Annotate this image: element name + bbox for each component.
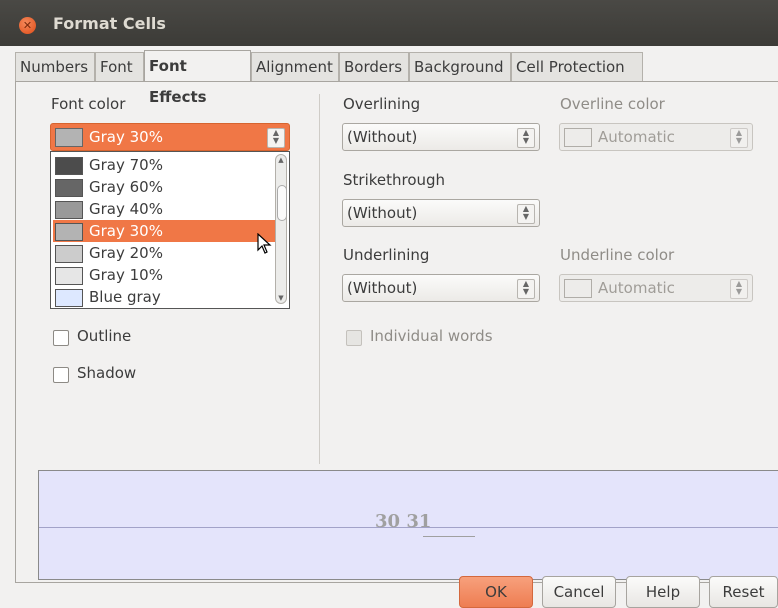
tab-cell-protection[interactable]: Cell Protection [511,52,643,81]
font-color-select[interactable]: Gray 30% ▲ ▼ [50,123,290,151]
cancel-button[interactable]: Cancel [542,576,616,608]
font-color-label: Font color [51,95,126,113]
tab-numbers[interactable]: Numbers [15,52,95,81]
preview-sample-text: 30 31 [375,511,432,532]
reset-button[interactable]: Reset [709,576,778,608]
close-icon[interactable]: ✕ [19,17,36,34]
swatch-icon [55,222,83,241]
underlining-label: Underlining [343,246,430,264]
updown-icon: ▲ ▼ [730,279,748,299]
ok-button[interactable]: OK [459,576,533,608]
preview-underline [423,536,475,537]
gray-30-swatch [55,128,83,147]
swatch-icon [55,244,83,263]
strikethrough-label: Strikethrough [343,171,446,189]
updown-icon: ▲ ▼ [517,204,535,224]
overline-color-label: Overline color [560,95,665,113]
updown-icon: ▲ ▼ [730,128,748,148]
individual-words-label: Individual words [370,327,493,345]
tab-background[interactable]: Background [409,52,511,81]
option-gray-20[interactable]: Gray 20% [53,242,275,264]
overlining-label: Overlining [343,95,421,113]
option-gray-70[interactable]: Gray 70% [53,154,275,176]
updown-icon: ▲ ▼ [517,128,535,148]
swatch-icon [55,200,83,219]
title-bar: ✕ Format Cells [0,0,778,46]
swatch-icon [55,156,83,175]
font-color-value: Gray 30% [89,128,163,146]
option-gray-10[interactable]: Gray 10% [53,264,275,286]
shadow-label: Shadow [77,364,137,382]
shadow-checkbox[interactable] [53,367,69,383]
swatch-icon [55,178,83,197]
scroll-down-icon[interactable]: ▼ [276,294,286,302]
font-color-dropdown: Gray 70% Gray 60% Gray 40% Gray 30% Gray… [50,151,290,309]
swatch-icon [564,279,592,298]
overlining-select[interactable]: (Without) ▲ ▼ [342,123,540,151]
scroll-thumb[interactable] [277,185,287,221]
mouse-pointer-icon [257,233,272,254]
swatch-icon [55,266,83,285]
overline-color-select[interactable]: Automatic ▲ ▼ [559,123,753,151]
underline-color-label: Underline color [560,246,675,264]
strikethrough-value: (Without) [347,204,418,222]
option-gray-40[interactable]: Gray 40% [53,198,275,220]
tab-borders[interactable]: Borders [339,52,409,81]
option-gray-30[interactable]: Gray 30% [53,220,275,242]
swatch-icon [55,288,83,307]
updown-icon: ▲ ▼ [517,279,535,299]
underline-color-select[interactable]: Automatic ▲ ▼ [559,274,753,302]
option-gray-60[interactable]: Gray 60% [53,176,275,198]
separator [319,94,320,464]
strikethrough-select[interactable]: (Without) ▲ ▼ [342,199,540,227]
outline-checkbox[interactable] [53,330,69,346]
tab-alignment[interactable]: Alignment [251,52,339,81]
underlining-select[interactable]: (Without) ▲ ▼ [342,274,540,302]
dropdown-scrollbar[interactable]: ▲ ▼ [275,154,287,304]
individual-words-checkbox[interactable] [346,330,362,346]
updown-icon: ▲ ▼ [267,128,285,148]
overlining-value: (Without) [347,128,418,146]
window-title: Format Cells [53,14,166,33]
preview-area: 30 31 [38,470,778,580]
option-blue-gray[interactable]: Blue gray [53,286,275,308]
tab-font[interactable]: Font [95,52,144,81]
swatch-icon [564,128,592,147]
scroll-up-icon[interactable]: ▲ [276,156,286,164]
underlining-value: (Without) [347,279,418,297]
outline-label: Outline [77,327,132,345]
help-button[interactable]: Help [626,576,700,608]
tab-font-effects[interactable]: Font Effects [144,50,251,106]
